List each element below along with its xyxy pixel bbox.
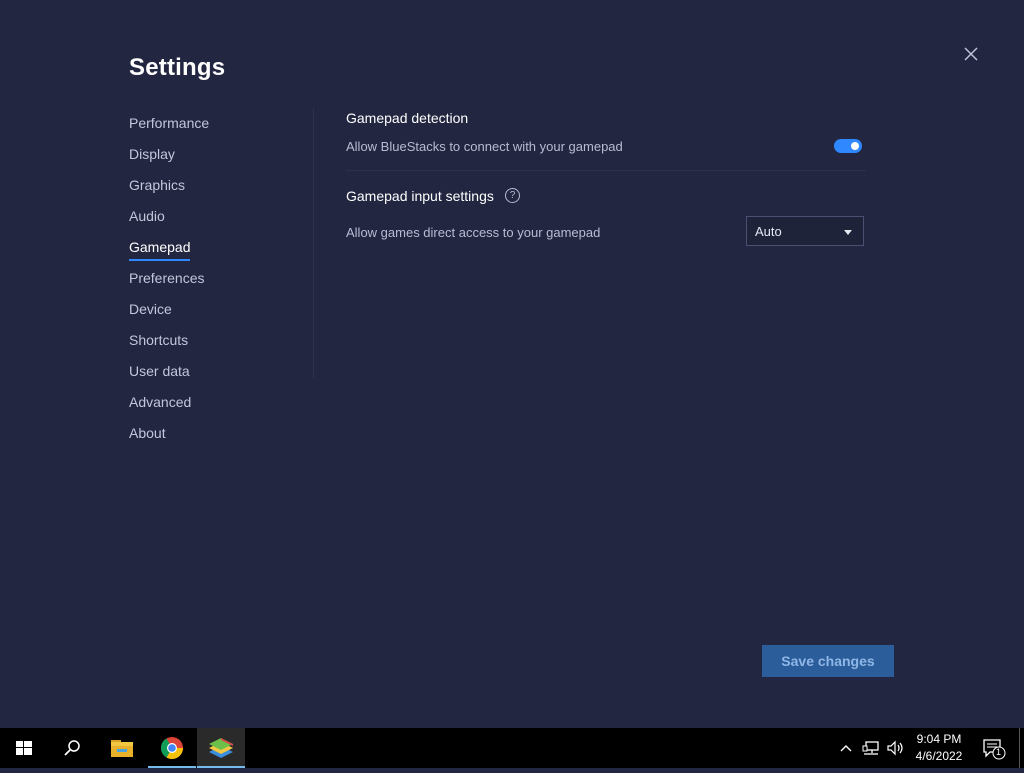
search-button[interactable] (48, 728, 96, 768)
windows-icon (16, 741, 32, 755)
toggle-knob (851, 142, 859, 150)
action-center-button[interactable]: 1 (980, 736, 1008, 762)
select-value: Auto (755, 224, 782, 239)
folder-icon (111, 740, 133, 757)
gamepad-input-title: Gamepad input settings (346, 188, 494, 204)
chrome-button[interactable] (148, 728, 196, 768)
nav-item-audio[interactable]: Audio (129, 206, 299, 237)
taskbar: 9:04 PM 4/6/2022 1 (0, 728, 1024, 768)
help-icon[interactable]: ? (505, 188, 520, 203)
gamepad-detection-description: Allow BlueStacks to connect with your ga… (346, 139, 623, 154)
nav-item-gamepad[interactable]: Gamepad (129, 237, 299, 268)
gamepad-detection-title: Gamepad detection (346, 110, 469, 126)
bluestacks-button[interactable] (197, 728, 245, 768)
nav-item-display[interactable]: Display (129, 144, 299, 175)
clock-date[interactable]: 4/6/2022 (910, 749, 968, 763)
nav-divider (313, 108, 314, 378)
gamepad-access-select[interactable]: Auto (746, 216, 864, 246)
chrome-icon (161, 737, 183, 759)
chevron-up-icon[interactable] (838, 740, 854, 756)
settings-nav: Performance Display Graphics Audio Gamep… (129, 113, 299, 454)
gamepad-detection-toggle[interactable] (834, 139, 862, 153)
file-explorer-button[interactable] (98, 728, 146, 768)
nav-item-shortcuts[interactable]: Shortcuts (129, 330, 299, 361)
nav-item-graphics[interactable]: Graphics (129, 175, 299, 206)
nav-item-advanced[interactable]: Advanced (129, 392, 299, 423)
notification-count: 1 (996, 747, 1002, 757)
section-divider (346, 170, 866, 171)
start-button[interactable] (0, 728, 48, 768)
save-changes-button[interactable]: Save changes (762, 645, 894, 677)
show-desktop-button[interactable] (1019, 728, 1020, 768)
nav-item-performance[interactable]: Performance (129, 113, 299, 144)
close-icon[interactable] (960, 43, 982, 65)
notification-icon (983, 739, 1006, 760)
nav-item-user-data[interactable]: User data (129, 361, 299, 392)
settings-title: Settings (129, 54, 226, 81)
gamepad-input-description: Allow games direct access to your gamepa… (346, 225, 601, 240)
chevron-down-icon (844, 230, 852, 235)
search-icon (64, 740, 80, 756)
network-icon[interactable] (862, 740, 880, 756)
nav-item-device[interactable]: Device (129, 299, 299, 330)
clock-time[interactable]: 9:04 PM (912, 732, 966, 746)
nav-item-about[interactable]: About (129, 423, 299, 454)
volume-icon[interactable] (886, 740, 906, 756)
nav-item-preferences[interactable]: Preferences (129, 268, 299, 299)
bluestacks-icon (209, 738, 233, 758)
